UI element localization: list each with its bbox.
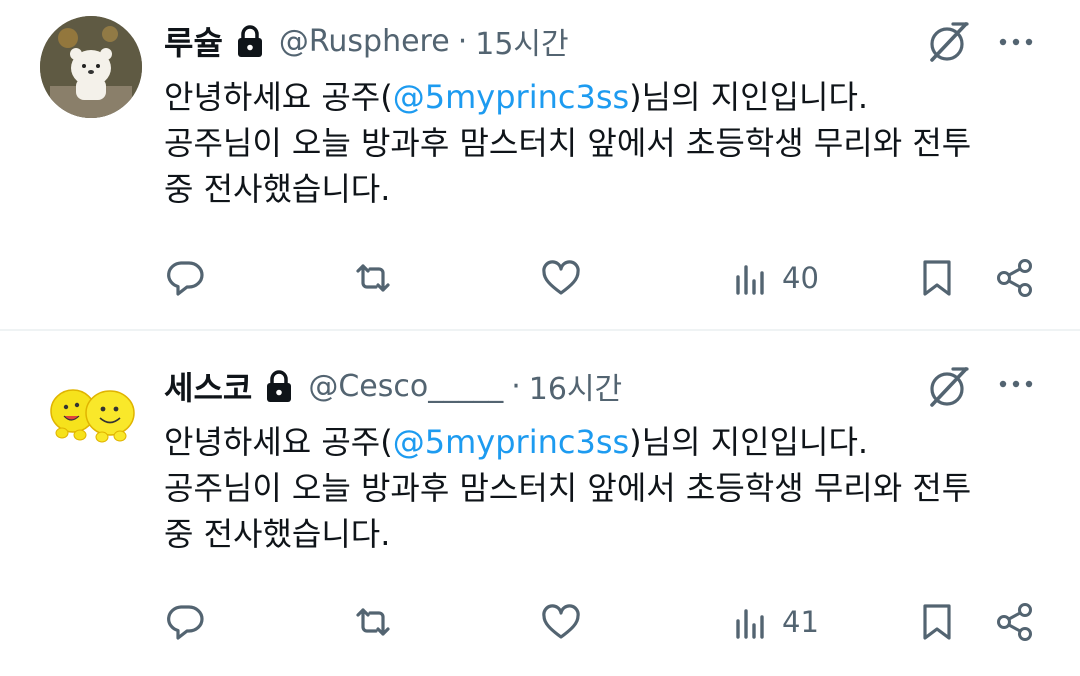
views-button[interactable]: 40 (730, 253, 819, 303)
retweet-button[interactable] (352, 253, 394, 303)
tweet-text-line: 중 전사했습니다. (164, 170, 391, 208)
views-chart-icon (736, 265, 764, 295)
grok-icon[interactable] (926, 364, 972, 410)
bookmark-button[interactable] (916, 253, 958, 303)
reply-icon (167, 605, 204, 640)
share-button[interactable] (994, 253, 1036, 303)
lock-icon (237, 25, 262, 57)
heart-icon (542, 260, 580, 295)
separator-dot: · (457, 23, 468, 59)
avatar[interactable] (40, 361, 142, 463)
views-chart-icon (736, 609, 764, 639)
tweet-text-line: 중 전사했습니다. (164, 515, 391, 553)
views-count: 40 (782, 261, 819, 295)
reply-icon (167, 261, 204, 296)
tweet-header: 루슐 @Rusphere · 15시간 (164, 16, 569, 66)
tweet-text-line: 안녕하세요 공주(@5myprinc3ss)님의 지인입니다. (164, 78, 869, 116)
bear-avatar-icon (40, 16, 142, 118)
user-handle[interactable]: @Rusphere (279, 24, 450, 59)
lock-icon (267, 370, 292, 402)
mention-link[interactable]: @5myprinc3ss (393, 423, 629, 461)
tweet-text-line: 안녕하세요 공주(@5myprinc3ss)님의 지인입니다. (164, 423, 869, 461)
action-bar: 40 (0, 253, 1080, 303)
retweet-button[interactable] (352, 597, 394, 647)
retweet-icon (356, 264, 390, 292)
tweet-text: 안녕하세요 공주(@5myprinc3ss)님의 지인입니다. 공주님이 오늘 … (164, 74, 1044, 212)
user-handle[interactable]: @Cesco_____ (308, 369, 503, 404)
grok-icon[interactable] (926, 19, 972, 65)
display-name[interactable]: 세스코 (164, 363, 252, 409)
share-button[interactable] (994, 597, 1036, 647)
reply-button[interactable] (164, 597, 206, 647)
views-count: 41 (782, 605, 819, 639)
bookmark-icon (923, 260, 951, 296)
share-icon (997, 603, 1032, 641)
heart-icon (542, 604, 580, 639)
tweet[interactable]: 루슐 @Rusphere · 15시간 안녕하세요 공주(@5myprinc3s… (0, 0, 1080, 330)
mention-link[interactable]: @5myprinc3ss (393, 78, 629, 116)
tweet-text: 안녕하세요 공주(@5myprinc3ss)님의 지인입니다. 공주님이 오늘 … (164, 419, 1044, 557)
share-icon (997, 259, 1032, 297)
like-button[interactable] (540, 253, 582, 303)
action-bar: 41 (0, 597, 1080, 647)
separator-dot: · (511, 368, 521, 404)
display-name[interactable]: 루슐 (164, 18, 223, 64)
bookmark-button[interactable] (916, 597, 958, 647)
tweet[interactable]: 세스코 @Cesco_____ · 16시간 안녕하세요 공주(@5myprin… (0, 331, 1080, 676)
views-button[interactable]: 41 (730, 597, 819, 647)
tweet-header: 세스코 @Cesco_____ · 16시간 (164, 361, 622, 411)
tweet-text-line: 공주님이 오늘 방과후 맘스터치 앞에서 초등학생 무리와 전투 (164, 469, 972, 507)
timestamp[interactable]: 16시간 (529, 364, 622, 408)
like-button[interactable] (540, 597, 582, 647)
bookmark-icon (923, 604, 951, 640)
avatar[interactable] (40, 16, 142, 118)
reply-button[interactable] (164, 253, 206, 303)
timestamp[interactable]: 15시간 (475, 19, 568, 63)
smiley-faces-avatar-icon (40, 361, 142, 463)
more-options-icon[interactable] (996, 22, 1036, 62)
more-options-icon[interactable] (996, 364, 1036, 404)
tweet-text-line: 공주님이 오늘 방과후 맘스터치 앞에서 초등학생 무리와 전투 (164, 124, 972, 162)
retweet-icon (356, 608, 390, 636)
